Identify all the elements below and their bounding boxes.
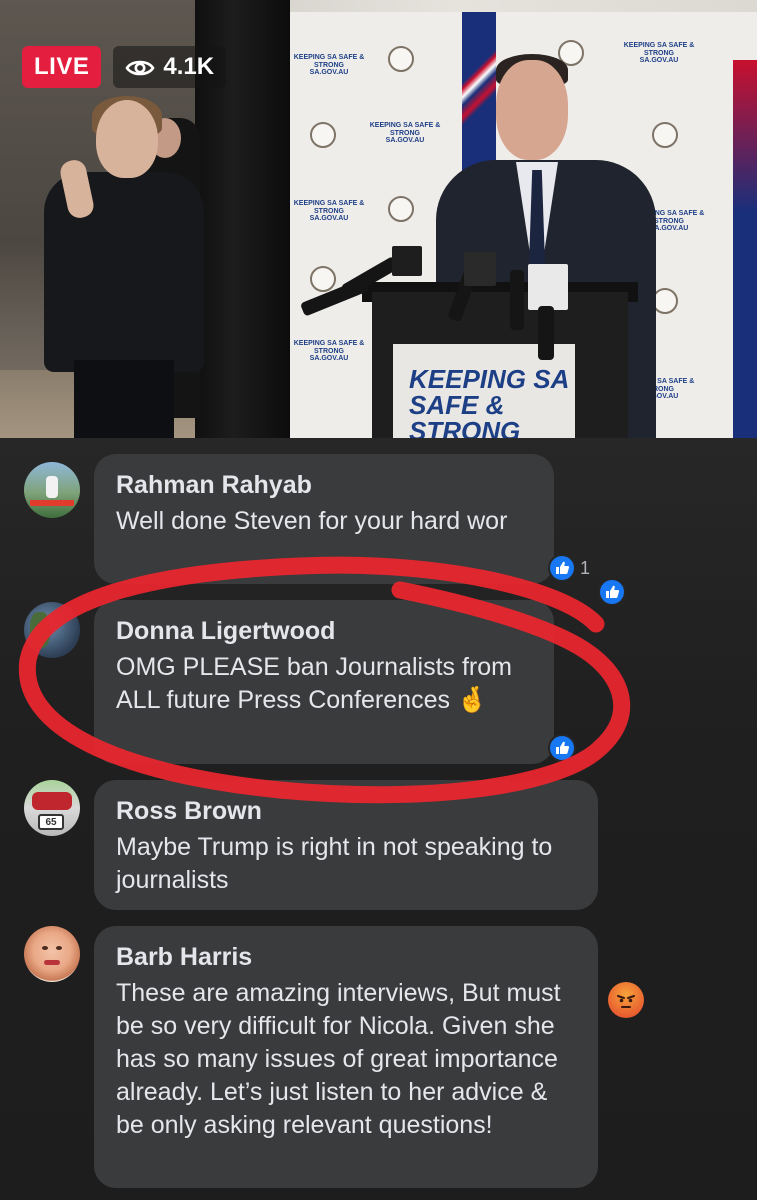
comment-text: These are amazing interviews, But must b… xyxy=(116,979,561,1139)
comment-author[interactable]: Barb Harris xyxy=(116,942,576,972)
comment-text: OMG PLEASE ban Journalists from ALL futu… xyxy=(116,653,512,714)
microphone-flag xyxy=(464,252,496,286)
microphone-flag xyxy=(528,264,568,310)
government-seal xyxy=(388,196,414,222)
angry-reaction-icon xyxy=(608,982,644,1018)
comment-bubble[interactable]: Rahman Rahyab Well done Steven for your … xyxy=(94,454,554,584)
microphone xyxy=(538,306,554,360)
avatar[interactable] xyxy=(24,602,80,658)
comment-bubble[interactable]: Ross Brown Maybe Trump is right in not s… xyxy=(94,780,598,910)
comment-text: Maybe Trump is right in not speaking to … xyxy=(116,833,553,894)
viewer-count-badge: 4.1K xyxy=(113,46,227,88)
backdrop-logo: KEEPING SA SAFE & STRONG SA.GOV.AU xyxy=(369,122,441,145)
live-badge: LIVE xyxy=(22,46,102,88)
like-icon xyxy=(548,554,576,582)
comment-bubble[interactable]: Donna Ligertwood OMG PLEASE ban Journali… xyxy=(94,600,554,764)
sign-language-interpreter xyxy=(34,96,204,438)
comment-author[interactable]: Donna Ligertwood xyxy=(116,616,532,646)
reaction-count: 1 xyxy=(580,557,591,578)
avatar[interactable] xyxy=(24,926,80,982)
microphone xyxy=(510,270,524,330)
government-seal xyxy=(388,46,414,72)
comment-bubble[interactable]: Barb Harris These are amazing interviews… xyxy=(94,926,598,1188)
avatar[interactable]: 65 xyxy=(24,780,80,836)
government-seal xyxy=(310,266,336,292)
comment-text: Well done Steven for your hard wor xyxy=(116,507,508,535)
like-icon xyxy=(548,734,576,762)
reaction-summary[interactable]: 1 xyxy=(548,554,590,582)
government-seal xyxy=(310,122,336,148)
backdrop-logo: KEEPING SA SAFE & STRONG SA.GOV.AU xyxy=(293,54,365,77)
comment-author[interactable]: Rahman Rahyab xyxy=(116,470,532,500)
avatar[interactable] xyxy=(24,462,80,518)
floating-like-reaction xyxy=(598,578,626,606)
microphone-flag xyxy=(392,246,422,276)
like-icon xyxy=(598,578,626,606)
backdrop-logo: KEEPING SA SAFE & STRONG SA.GOV.AU xyxy=(293,340,365,363)
backdrop-logo: KEEPING SA SAFE & STRONG SA.GOV.AU xyxy=(293,200,365,223)
live-comments-feed[interactable]: Rahman Rahyab Well done Steven for your … xyxy=(0,438,757,1200)
comment-author[interactable]: Ross Brown xyxy=(116,796,576,826)
reaction-summary[interactable] xyxy=(548,734,580,762)
reaction-summary[interactable] xyxy=(608,982,648,1018)
live-video-player[interactable]: KEEPING SA SAFE & STRONG SA.GOV.AU KEEPIN… xyxy=(0,0,757,438)
state-flag xyxy=(733,60,757,438)
live-status-bar: LIVE 4.1K xyxy=(22,46,227,88)
eye-icon xyxy=(125,57,155,77)
viewer-count: 4.1K xyxy=(163,53,215,80)
